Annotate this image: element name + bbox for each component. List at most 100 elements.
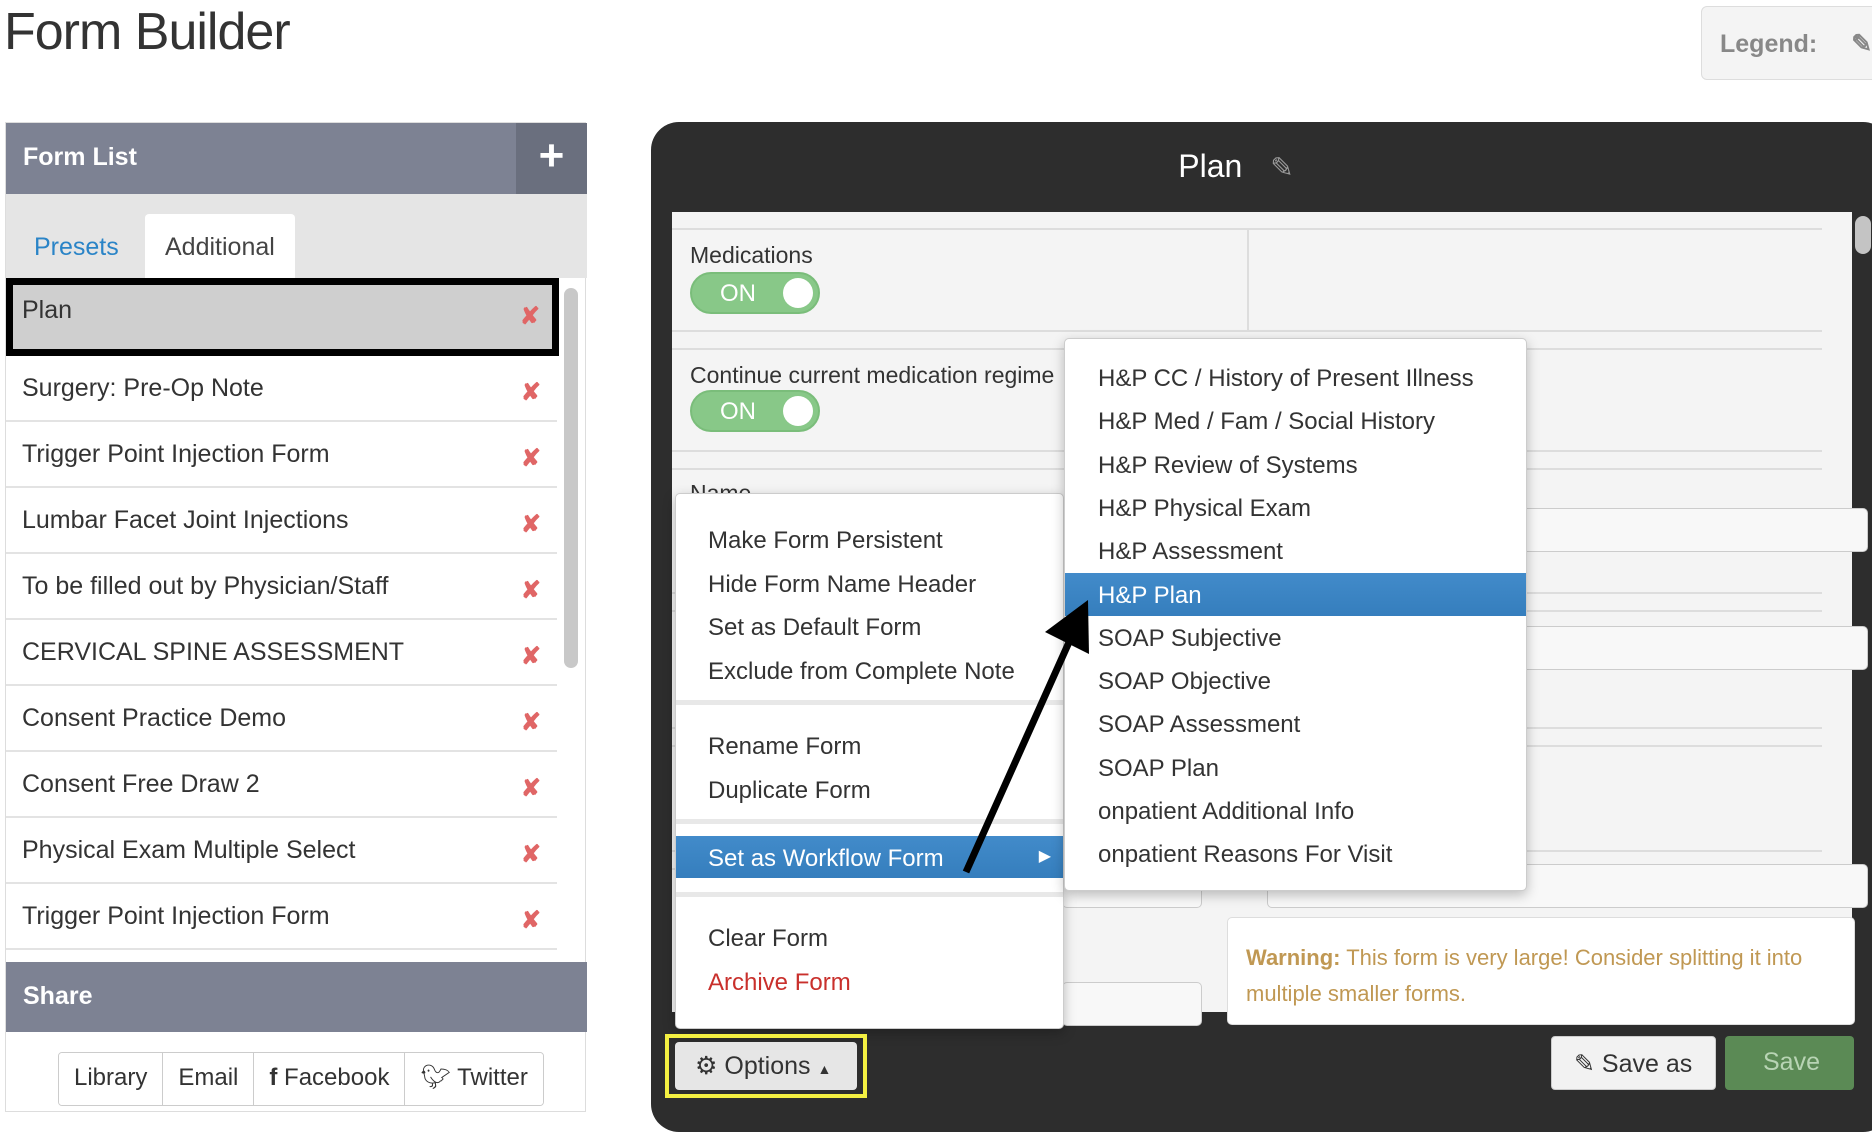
- workflow-item[interactable]: onpatient Additional Info: [1065, 789, 1526, 832]
- delete-icon[interactable]: ✘: [521, 576, 541, 605]
- delete-icon[interactable]: ✘: [520, 302, 540, 331]
- form-list-item[interactable]: Physical Exam Multiple Select ✘: [6, 818, 557, 884]
- edit-title-pencil-icon[interactable]: ✎: [1270, 152, 1293, 183]
- form-name: Consent Practice Demo: [22, 704, 287, 732]
- form-name: Trigger Point Injection Form: [22, 902, 330, 930]
- form-list-item[interactable]: Surgery: Pre-Op Note ✘: [6, 356, 557, 422]
- workflow-item[interactable]: SOAP Subjective: [1065, 616, 1526, 659]
- menu-item-label: Rename Form: [708, 733, 862, 760]
- save-as-button[interactable]: ✎ Save as: [1551, 1036, 1716, 1090]
- toggle-state: ON: [720, 398, 756, 425]
- menu-item-archive-form[interactable]: Archive Form: [676, 960, 1063, 1003]
- form-name: Trigger Point Injection Form: [22, 440, 330, 468]
- twitter-label: Twitter: [457, 1064, 528, 1091]
- options-button[interactable]: ⚙ Options ▲: [675, 1042, 857, 1090]
- workflow-item-label: SOAP Assessment: [1098, 711, 1301, 739]
- form-list-item[interactable]: Consent Free Draw 2 ✘: [6, 752, 557, 818]
- form-list-item[interactable]: Trigger Point Injection Form ✘: [6, 884, 557, 950]
- library-button[interactable]: Library: [59, 1053, 164, 1105]
- facebook-button[interactable]: f Facebook: [254, 1053, 406, 1105]
- caret-up-icon: ▲: [817, 1061, 832, 1077]
- twitter-button[interactable]: 🐦︎ Twitter: [405, 1053, 543, 1105]
- tab-additional[interactable]: Additional: [145, 214, 295, 278]
- workflow-item-label: H&P Physical Exam: [1098, 494, 1311, 522]
- menu-item-label: Duplicate Form: [708, 776, 871, 804]
- save-button[interactable]: Save: [1725, 1036, 1854, 1090]
- workflow-item[interactable]: SOAP Objective: [1065, 659, 1526, 702]
- share-button-group: Library Email f Facebook 🐦︎ Twitter: [58, 1052, 544, 1106]
- menu-item-clear-form[interactable]: Clear Form: [676, 916, 1063, 959]
- workflow-item[interactable]: H&P Physical Exam: [1065, 486, 1526, 529]
- continue-medication-toggle[interactable]: ON: [690, 390, 820, 432]
- medications-toggle[interactable]: ON: [690, 272, 820, 314]
- workflow-item-label: H&P Med / Fam / Social History: [1098, 408, 1435, 436]
- menu-item-exclude-from-complete-note[interactable]: Exclude from Complete Note: [676, 649, 1063, 692]
- workflow-item[interactable]: H&P Plan: [1065, 572, 1526, 616]
- menu-item-label: Exclude from Complete Note: [708, 657, 1015, 685]
- options-menu: Make Form Persistent Hide Form Name Heade…: [675, 493, 1064, 1029]
- email-button[interactable]: Email: [163, 1053, 255, 1105]
- toggle-state: ON: [720, 280, 756, 307]
- workflow-item[interactable]: H&P Med / Fam / Social History: [1065, 399, 1526, 442]
- delete-icon[interactable]: ✘: [521, 444, 541, 473]
- add-form-button[interactable]: +: [516, 123, 587, 194]
- workflow-item-label: H&P Plan: [1098, 581, 1202, 609]
- text-input[interactable]: [1062, 982, 1202, 1026]
- form-name: Surgery: Pre-Op Note: [22, 374, 264, 402]
- text-input[interactable]: [1522, 626, 1868, 670]
- form-list-item[interactable]: Lumbar Facet Joint Injections ✘: [6, 488, 557, 554]
- email-label: Email: [178, 1064, 239, 1091]
- menu-item-label: Archive Form: [708, 968, 851, 996]
- workflow-submenu: H&P CC / History of Present Illness H&P M…: [1064, 338, 1527, 891]
- delete-icon[interactable]: ✘: [521, 378, 541, 407]
- form-list-item[interactable]: CERVICAL SPINE ASSESSMENT ✘: [6, 620, 557, 686]
- workflow-item[interactable]: H&P Assessment: [1065, 529, 1526, 572]
- menu-item-duplicate-form[interactable]: Duplicate Form: [676, 768, 1063, 811]
- delete-icon[interactable]: ✘: [521, 906, 541, 935]
- menu-item-set-as-default-form[interactable]: Set as Default Form: [676, 605, 1063, 648]
- workflow-item[interactable]: H&P Review of Systems: [1065, 443, 1526, 486]
- workflow-item[interactable]: SOAP Assessment: [1065, 702, 1526, 745]
- workflow-item-label: SOAP Plan: [1098, 754, 1219, 782]
- delete-icon[interactable]: ✘: [521, 642, 541, 671]
- workflow-item[interactable]: onpatient Reasons For Visit: [1065, 832, 1526, 875]
- delete-icon[interactable]: ✘: [521, 510, 541, 539]
- menu-item-label: Set as Default Form: [708, 614, 922, 641]
- scrollbar[interactable]: [564, 288, 578, 668]
- pencil-icon: ✎: [1574, 1050, 1595, 1078]
- workflow-item-label: onpatient Reasons For Visit: [1098, 841, 1393, 869]
- field-label: Continue current medication regime: [690, 362, 1055, 388]
- workflow-item-label: onpatient Additional Info: [1098, 798, 1355, 825]
- form-list-item[interactable]: To be filled out by Physician/Staff ✘: [6, 554, 557, 620]
- menu-item-hide-form-name-header[interactable]: Hide Form Name Header: [676, 562, 1063, 605]
- workflow-item-label: H&P Review of Systems: [1098, 451, 1358, 479]
- form-name: Physical Exam Multiple Select: [22, 836, 356, 864]
- warning-message: Warning: This form is very large! Consid…: [1227, 917, 1855, 1025]
- tab-presets[interactable]: Presets: [14, 214, 139, 278]
- menu-item-label: Make Form Persistent: [708, 527, 943, 554]
- form-list-item[interactable]: Trigger Point Injection Form ✘: [6, 422, 557, 488]
- form-list-item[interactable]: Plan ✘: [6, 278, 559, 356]
- workflow-item-label: H&P Assessment: [1098, 538, 1283, 566]
- workflow-item[interactable]: H&P CC / History of Present Illness: [1065, 356, 1526, 399]
- form-list-item[interactable]: Consent Practice Demo ✘: [6, 686, 557, 752]
- menu-item-make-form-persistent[interactable]: Make Form Persistent: [676, 518, 1063, 561]
- legend-label: Legend:: [1720, 30, 1818, 58]
- form-list-panel: Form List + Presets Additional Plan ✘ Surg…: [5, 122, 587, 1112]
- delete-icon[interactable]: ✘: [521, 708, 541, 737]
- workflow-item[interactable]: SOAP Plan: [1065, 746, 1526, 789]
- delete-icon[interactable]: ✘: [521, 774, 541, 803]
- workflow-item-label: SOAP Subjective: [1098, 624, 1282, 652]
- workflow-item-label: H&P CC / History of Present Illness: [1098, 365, 1474, 392]
- menu-item-rename-form[interactable]: Rename Form: [676, 724, 1063, 767]
- text-input[interactable]: [1522, 508, 1868, 552]
- menu-item-set-as-workflow-form[interactable]: Set as Workflow Form ▶: [676, 836, 1063, 878]
- scrollbar[interactable]: [1855, 216, 1871, 254]
- save-as-label: Save as: [1601, 1050, 1693, 1078]
- menu-divider: [676, 700, 1063, 705]
- form-title: Plan ✎: [651, 148, 1821, 185]
- options-label: Options: [724, 1052, 811, 1080]
- legend: Legend: ✎: [1701, 6, 1872, 80]
- delete-icon[interactable]: ✘: [521, 840, 541, 869]
- form-name: CERVICAL SPINE ASSESSMENT: [22, 638, 405, 666]
